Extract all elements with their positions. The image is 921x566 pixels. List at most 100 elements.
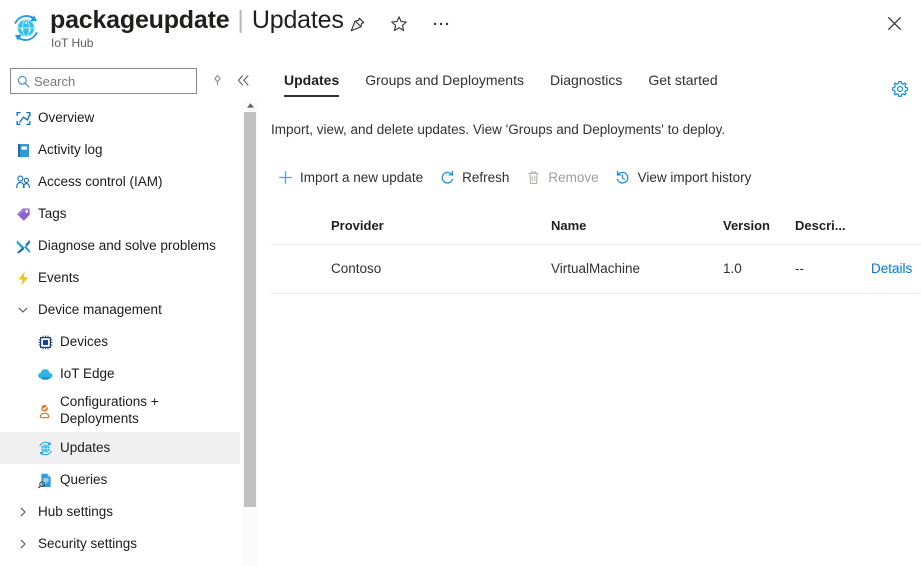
overview-icon: [14, 109, 32, 127]
tags-icon: [14, 205, 32, 223]
plus-icon: [277, 169, 293, 185]
blade-title-block: packageupdate | Updates IoT Hub: [50, 6, 344, 50]
column-header-description[interactable]: Descri...: [795, 218, 846, 233]
tab-label: Get started: [648, 72, 717, 88]
chevron-down-icon: [16, 303, 30, 317]
sidebar-search-row: [0, 68, 240, 98]
header-actions: [344, 11, 454, 37]
command-label: Import a new update: [300, 170, 423, 185]
resource-type-label: IoT Hub: [51, 36, 344, 50]
remove-button[interactable]: Remove: [519, 165, 608, 189]
search-icon: [17, 75, 30, 88]
refresh-icon: [439, 169, 455, 185]
sidebar-nav-list: Overview Activity log: [0, 102, 240, 560]
gear-icon[interactable]: [887, 76, 913, 102]
events-icon: [14, 269, 32, 287]
sidebar-item-diagnose[interactable]: Diagnose and solve problems: [0, 230, 240, 262]
sidebar-item-devices[interactable]: Devices: [0, 326, 240, 358]
sidebar-item-updates[interactable]: Updates: [0, 432, 240, 464]
pin-icon[interactable]: [344, 11, 370, 37]
sidebar-group-label: Security settings: [38, 536, 137, 553]
sidebar-group-security-settings[interactable]: Security settings: [0, 528, 240, 560]
cell-version: 1.0: [723, 261, 742, 276]
collapse-panel-icon[interactable]: [232, 69, 254, 91]
activity-log-icon: [14, 141, 32, 159]
updates-icon: [36, 439, 54, 457]
iot-edge-icon: [36, 365, 54, 383]
updates-table: Provider Name Version Descri... Contoso …: [271, 210, 921, 294]
tab-label: Groups and Deployments: [365, 72, 524, 88]
blade-description: Import, view, and delete updates. View '…: [271, 122, 725, 137]
sidebar-item-label: Activity log: [38, 142, 103, 159]
title-separator: |: [237, 6, 244, 35]
configurations-deployments-icon: [36, 402, 54, 420]
access-control-icon: [14, 173, 32, 191]
table-header-row: Provider Name Version Descri...: [271, 210, 921, 245]
sidebar-item-queries[interactable]: Queries: [0, 464, 240, 496]
tab-label: Diagnostics: [550, 72, 622, 88]
page-title: packageupdate: [50, 6, 229, 35]
sidebar-item-events[interactable]: Events: [0, 262, 240, 294]
command-label: Refresh: [462, 170, 509, 185]
sidebar-group-label: Hub settings: [38, 504, 113, 521]
tab-groups-and-deployments[interactable]: Groups and Deployments: [352, 66, 537, 97]
close-icon[interactable]: [879, 8, 909, 38]
command-label: View import history: [638, 170, 752, 185]
sidebar-group-device-management[interactable]: Device management: [0, 294, 240, 326]
sidebar-item-label: Queries: [60, 472, 107, 489]
favorite-star-icon[interactable]: [386, 11, 412, 37]
sidebar-item-label: Events: [38, 270, 79, 287]
iot-hub-icon: [10, 12, 42, 44]
content-area: Updates Groups and Deployments Diagnosti…: [259, 60, 921, 566]
sidebar-item-label: Access control (IAM): [38, 174, 163, 191]
column-header-provider[interactable]: Provider: [331, 218, 384, 233]
sidebar-item-overview[interactable]: Overview: [0, 102, 240, 134]
details-link[interactable]: Details: [871, 261, 912, 276]
chevron-right-icon: [16, 537, 30, 551]
page-subtitle-section: Updates: [252, 6, 344, 35]
search-input[interactable]: [10, 68, 197, 94]
sidebar-item-label: Devices: [60, 334, 108, 351]
chevron-right-icon: [16, 505, 30, 519]
sidebar-item-label: IoT Edge: [60, 366, 115, 383]
tab-diagnostics[interactable]: Diagnostics: [537, 66, 635, 97]
more-ellipsis-icon[interactable]: [428, 11, 454, 37]
history-icon: [615, 169, 631, 185]
sidebar-item-label: Updates: [60, 440, 110, 457]
scrollbar-thumb[interactable]: [244, 112, 256, 507]
blade-sidebar: Overview Activity log: [0, 60, 240, 566]
sidebar-item-activity-log[interactable]: Activity log: [0, 134, 240, 166]
sidebar-scrollbar[interactable]: [242, 98, 258, 566]
column-header-name[interactable]: Name: [551, 218, 586, 233]
sidebar-item-label: Tags: [38, 206, 67, 223]
sidebar-group-label: Device management: [38, 302, 162, 319]
sidebar-refresh-icon[interactable]: [206, 69, 228, 91]
cell-provider: Contoso: [331, 261, 381, 276]
tab-updates[interactable]: Updates: [271, 66, 352, 97]
sidebar-group-hub-settings[interactable]: Hub settings: [0, 496, 240, 528]
command-label: Remove: [548, 170, 598, 185]
sidebar-item-iot-edge[interactable]: IoT Edge: [0, 358, 240, 390]
sidebar-item-access-control[interactable]: Access control (IAM): [0, 166, 240, 198]
tab-get-started[interactable]: Get started: [635, 66, 730, 97]
refresh-button[interactable]: Refresh: [433, 165, 519, 189]
blade-header: packageupdate | Updates IoT Hub: [0, 0, 921, 60]
column-header-version[interactable]: Version: [723, 218, 770, 233]
content-tabs: Updates Groups and Deployments Diagnosti…: [271, 66, 731, 97]
sidebar-item-label: Overview: [38, 110, 94, 127]
cell-name: VirtualMachine: [551, 261, 640, 276]
azure-portal-blade: packageupdate | Updates IoT Hub: [0, 0, 921, 566]
queries-icon: [36, 471, 54, 489]
sidebar-item-configurations-deployments[interactable]: Configurations + Deployments: [0, 390, 240, 432]
table-row[interactable]: Contoso VirtualMachine 1.0 -- Details: [271, 245, 921, 294]
devices-icon: [36, 333, 54, 351]
search-field[interactable]: [34, 74, 174, 89]
scroll-up-icon[interactable]: [242, 98, 258, 112]
tab-label: Updates: [284, 72, 339, 88]
view-import-history-button[interactable]: View import history: [609, 165, 762, 189]
command-bar: Import a new update Refresh: [271, 165, 761, 189]
sidebar-item-tags[interactable]: Tags: [0, 198, 240, 230]
import-a-new-update-button[interactable]: Import a new update: [271, 165, 433, 189]
diagnose-icon: [14, 237, 32, 255]
cell-description: --: [795, 261, 804, 276]
